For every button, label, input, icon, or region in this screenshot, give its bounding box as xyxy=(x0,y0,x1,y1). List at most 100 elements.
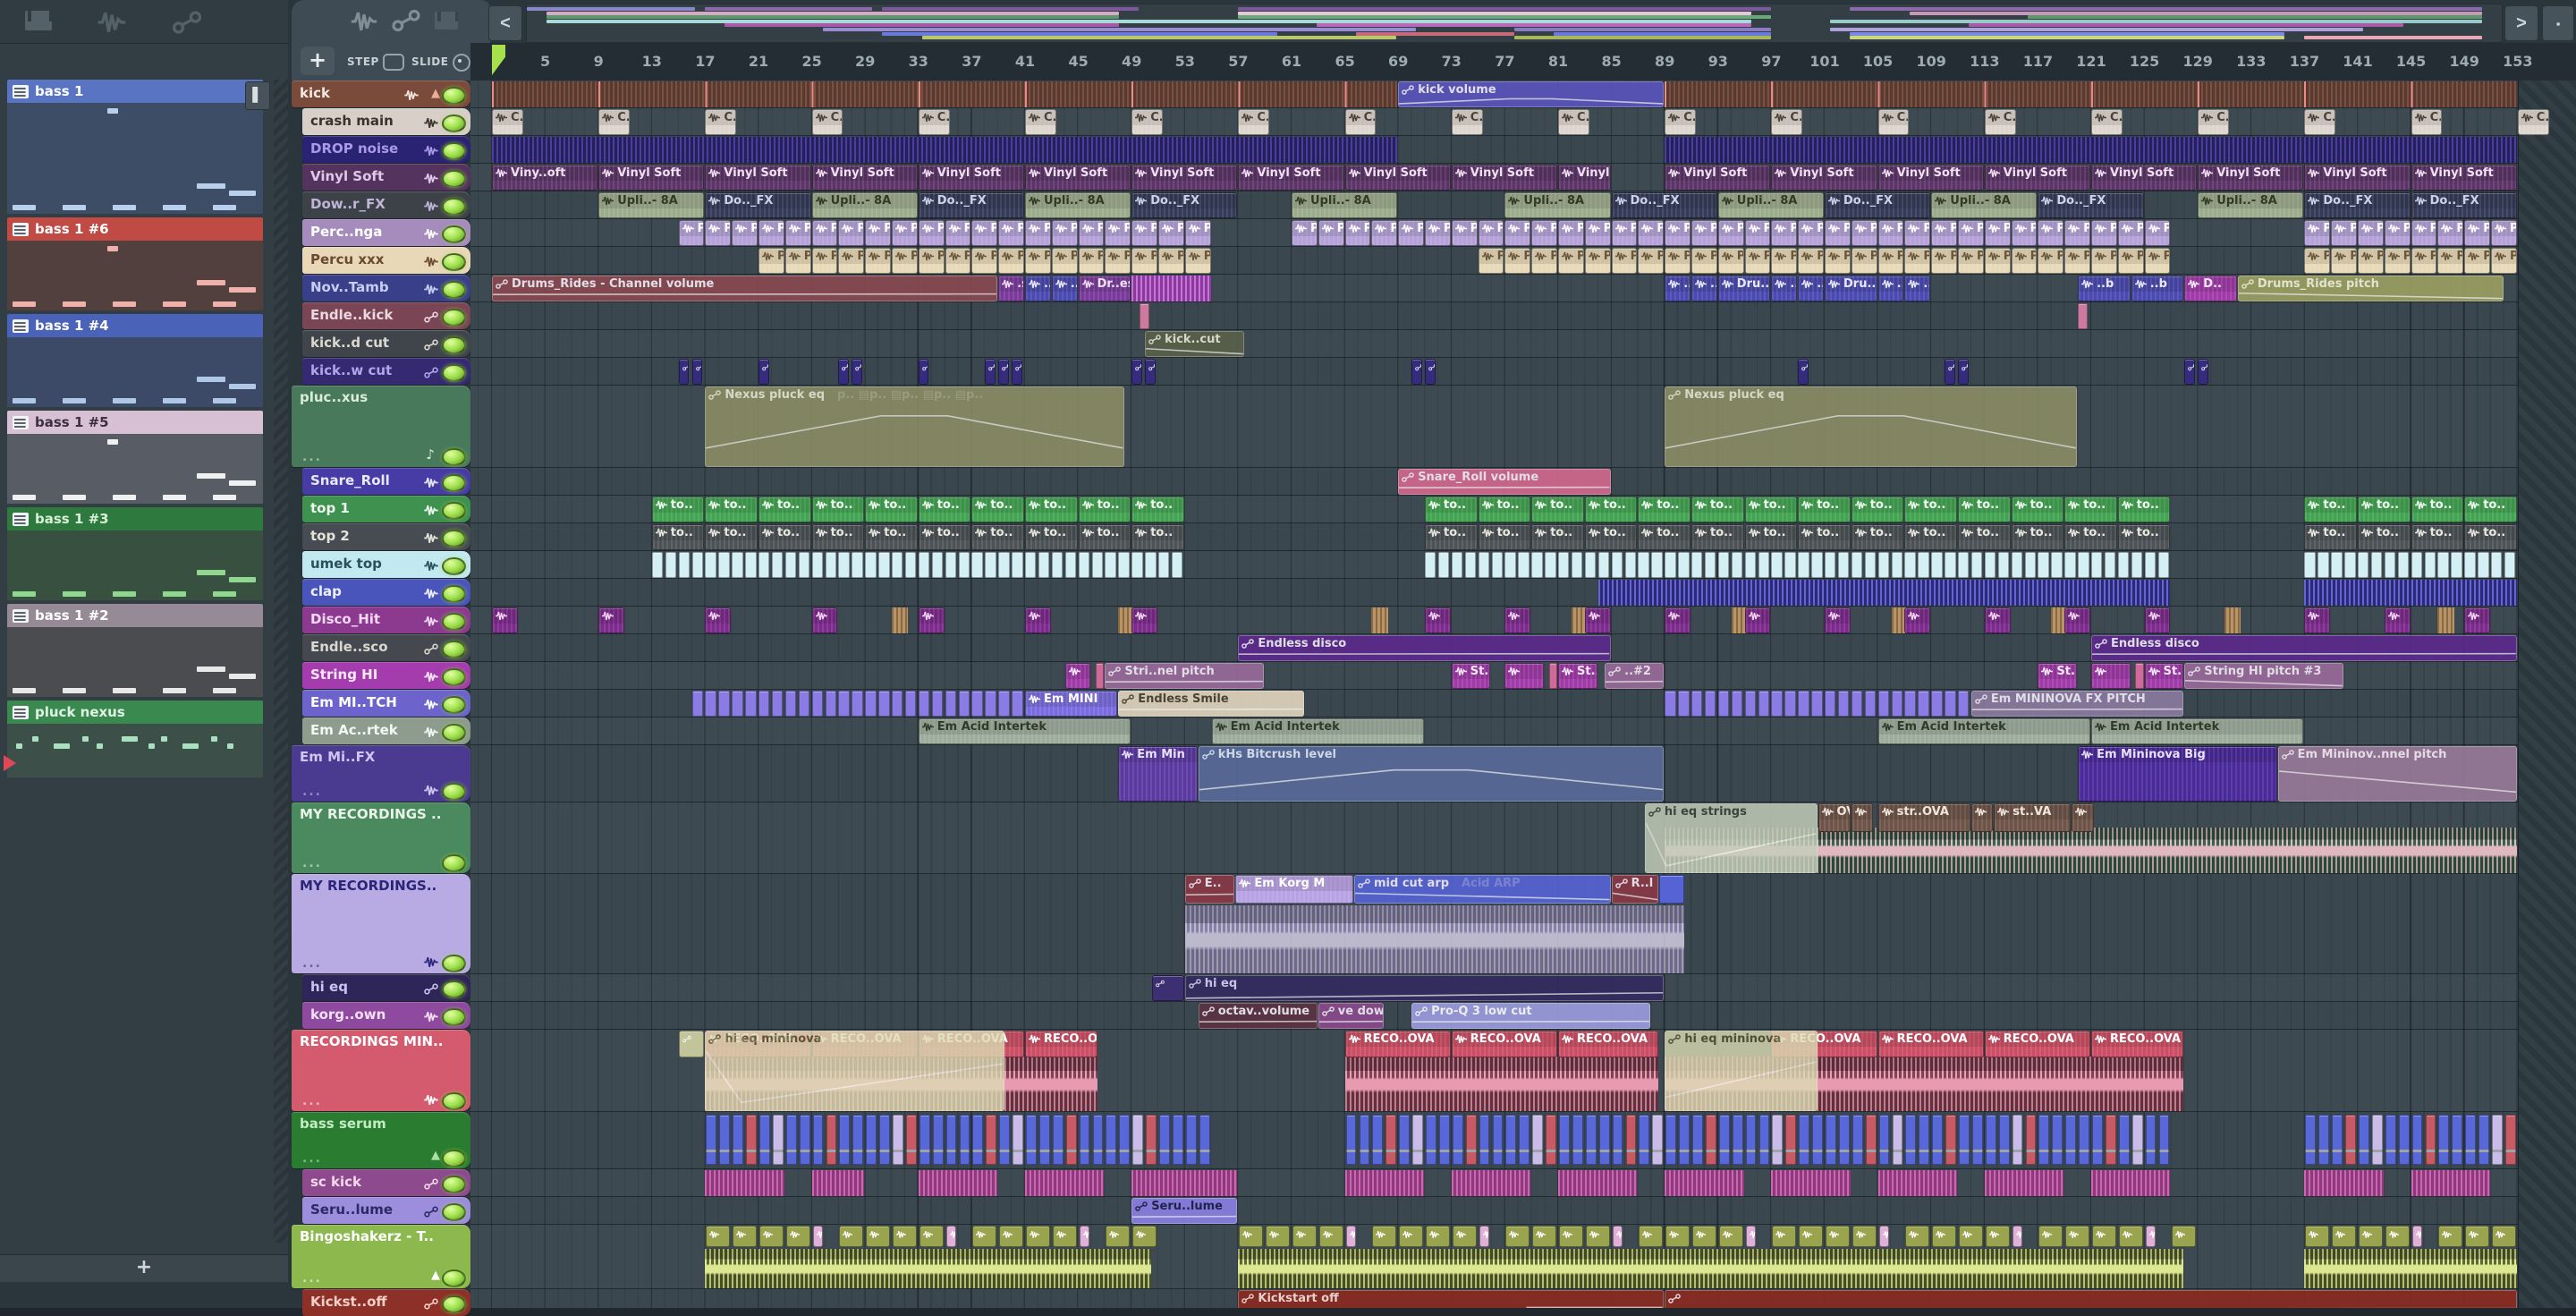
automation-clip-e-[interactable]: E.. xyxy=(1185,875,1235,904)
pattern-block[interactable] xyxy=(1065,552,1076,578)
note-clip[interactable] xyxy=(2012,1115,2023,1165)
note-clip[interactable] xyxy=(1879,1115,1890,1165)
audio-clip[interactable] xyxy=(1613,1226,1623,1247)
track-mute-led[interactable] xyxy=(442,474,466,492)
note-clip[interactable] xyxy=(906,1115,917,1165)
pattern-block[interactable] xyxy=(1945,552,1955,578)
note-clip[interactable] xyxy=(972,1115,983,1165)
pattern-block[interactable] xyxy=(959,691,970,717)
pattern-block[interactable] xyxy=(1131,552,1142,578)
audio-clip-p-[interactable]: P.. xyxy=(1531,220,1557,246)
track-mute-led[interactable] xyxy=(442,955,466,972)
audio-clip--b[interactable]: ..b xyxy=(1025,276,1051,301)
note-clip[interactable] xyxy=(1466,1115,1477,1165)
pattern-block[interactable] xyxy=(1931,691,1942,717)
pattern-block[interactable] xyxy=(1105,552,1115,578)
track-mute-led[interactable] xyxy=(442,783,466,801)
pattern-item-bass-1[interactable]: bass 1 xyxy=(7,80,263,214)
audio-clip-p-[interactable]: P.. xyxy=(1345,220,1371,246)
note-clip[interactable] xyxy=(919,1115,930,1165)
pattern-block[interactable] xyxy=(1878,552,1889,578)
audio-clip-p-[interactable]: P.. xyxy=(812,220,838,246)
note-clip[interactable] xyxy=(1360,1115,1370,1165)
audio-clip-to-[interactable]: to.. xyxy=(1585,497,1638,522)
audio-clip-to-[interactable]: to.. xyxy=(1425,497,1478,522)
audio-clip-dru-ides[interactable]: Dru..ides xyxy=(1718,276,1771,301)
pattern-block[interactable] xyxy=(1811,691,1822,717)
audio-clip-p-[interactable]: P.. xyxy=(2038,220,2063,246)
pattern-block[interactable] xyxy=(1558,552,1569,578)
audio-clip[interactable] xyxy=(1453,1226,1477,1247)
audio-clip-to-[interactable]: to.. xyxy=(1585,524,1638,550)
audio-clip-c-[interactable]: C.. xyxy=(1985,109,2016,135)
note-clip[interactable] xyxy=(719,1115,730,1165)
pattern-block[interactable] xyxy=(1918,552,1928,578)
pattern-block[interactable] xyxy=(2464,552,2475,578)
track-mute-led[interactable] xyxy=(442,281,466,299)
pattern-block[interactable] xyxy=(852,552,862,578)
audio-clip-p-[interactable]: P.. xyxy=(1025,248,1051,274)
audio-clip-c-[interactable]: C.. xyxy=(812,109,843,135)
audio-clip-to-[interactable]: to.. xyxy=(1131,497,1184,522)
pattern-block[interactable] xyxy=(758,691,769,717)
track-header-em-ac-rtek[interactable]: Em Ac..rtek xyxy=(302,717,470,744)
note-clip[interactable] xyxy=(2492,1115,2503,1165)
note-clip[interactable] xyxy=(1106,1115,1116,1165)
track-header-endle-kick[interactable]: Endle..kick xyxy=(302,302,470,329)
pattern-block[interactable] xyxy=(2451,552,2462,578)
note-clip[interactable] xyxy=(746,1115,757,1165)
pattern-block[interactable] xyxy=(705,552,716,578)
audio-clip-p-[interactable]: P.. xyxy=(758,220,784,246)
waveform-clip[interactable] xyxy=(2411,1170,2490,1196)
waveform-clip[interactable] xyxy=(1598,580,2171,606)
note-clip[interactable] xyxy=(866,1115,877,1165)
audio-clip-p-[interactable]: P.. xyxy=(1718,248,1744,274)
waveform-clip[interactable] xyxy=(1345,1057,1659,1111)
audio-clip-p-[interactable]: P.. xyxy=(1665,248,1690,274)
audio-clip-vinyl-soft[interactable]: Vinyl Soft xyxy=(919,165,1024,191)
audio-clip-p-[interactable]: P.. xyxy=(1931,248,1957,274)
audio-clip--b[interactable]: ..b xyxy=(1691,276,1717,301)
audio-clip-to-[interactable]: to.. xyxy=(652,524,705,550)
audio-clip[interactable] xyxy=(2145,607,2171,633)
audio-clip-do-fx[interactable]: Do.._FX xyxy=(919,192,1024,218)
scroll-right-button[interactable]: > xyxy=(2504,5,2538,41)
audio-clip-p-[interactable]: P.. xyxy=(2411,220,2437,246)
note-clip[interactable] xyxy=(1893,1115,1903,1165)
audio-clip-p-[interactable]: P.. xyxy=(2331,220,2357,246)
note-clip[interactable] xyxy=(786,1115,797,1165)
audio-clip[interactable] xyxy=(1772,1226,1796,1247)
automation-mini-clip[interactable] xyxy=(692,359,703,385)
pattern-block[interactable] xyxy=(945,552,956,578)
audio-clip-dru-ides[interactable]: Dru..ides xyxy=(1825,276,1877,301)
note-clip[interactable] xyxy=(1852,1115,1863,1165)
audio-clip-to-[interactable]: to.. xyxy=(1025,497,1078,522)
audio-clip-p-[interactable]: P.. xyxy=(1718,220,1744,246)
audio-clip-c-[interactable]: C.. xyxy=(2304,109,2335,135)
automation-clip-r-l[interactable]: R..l xyxy=(1612,875,1659,904)
automation-mini-clip[interactable] xyxy=(1958,359,1969,385)
audio-clip-vinyl-soft[interactable]: Vinyl Soft xyxy=(2304,165,2410,191)
audio-clip-str-ova[interactable]: str..OVA xyxy=(1878,803,1970,832)
audio-clip-to-[interactable]: to.. xyxy=(812,497,865,522)
audio-clip-st-[interactable]: St.. xyxy=(1558,663,1597,689)
pattern-item-pluck-nexus[interactable]: pluck nexus xyxy=(7,700,263,777)
audio-clip-reco-ova[interactable]: RECO..OVA xyxy=(1558,1031,1658,1057)
automation-clip-em-mininova-fx-pitch[interactable]: Em MININOVA FX PITCH xyxy=(1971,691,2183,717)
note-clip[interactable] xyxy=(2119,1115,2130,1165)
picker-detach-button[interactable]: ▌ xyxy=(245,81,270,110)
track-options-dots[interactable]: ... xyxy=(302,1271,322,1286)
audio-clip-c-[interactable]: C.. xyxy=(1878,109,1910,135)
audio-clip[interactable] xyxy=(839,1226,863,1247)
audio-clip-p-[interactable]: P.. xyxy=(1878,220,1904,246)
automation-clip-stri-nel-pitch[interactable]: Stri..nel pitch xyxy=(1105,663,1264,689)
pattern-block[interactable] xyxy=(1425,552,1436,578)
pattern-block[interactable] xyxy=(2038,552,2048,578)
waveform-clip[interactable] xyxy=(705,1170,784,1196)
note-clip[interactable] xyxy=(1919,1115,1929,1165)
note-clip[interactable] xyxy=(1066,1115,1077,1165)
audio-clip-to-[interactable]: to.. xyxy=(1531,524,1584,550)
audio-clip-upli-8a[interactable]: Upli..- 8A xyxy=(598,192,704,218)
audio-clip-do-fx[interactable]: Do.._FX xyxy=(1825,192,1930,218)
audio-clip[interactable] xyxy=(1504,607,1530,633)
